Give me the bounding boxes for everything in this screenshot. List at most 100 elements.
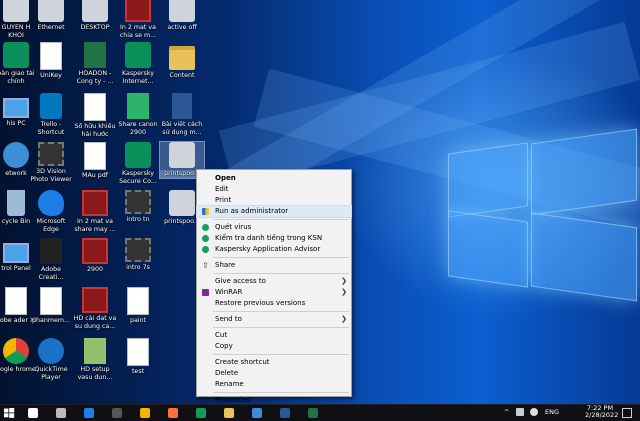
desktop-icon-hdsetup[interactable]: HD setup vasu dun... (73, 338, 117, 381)
desktop-icon-trello[interactable]: Trello - Shortcut (29, 93, 73, 136)
desktop-icon-label: UniKey (40, 72, 62, 79)
desktop-icon-maupdf[interactable]: MAu pdf (73, 142, 117, 180)
ctrlpanel-icon (3, 243, 29, 263)
windows-start-icon[interactable] (3, 407, 15, 419)
desktop-icon-activeoff[interactable]: active off (160, 0, 204, 32)
menu-item-kiemtra[interactable]: Kiểm tra danh tiếng trong KSN (197, 233, 351, 244)
desktop-icon-sharecanon[interactable]: Share canon 2900 (116, 93, 160, 136)
desktop-icon-label: In 2 mat va chia se m... (119, 24, 157, 39)
desktop-icon-paint[interactable]: paint (116, 287, 160, 325)
menu-item-cut[interactable]: Cut (197, 330, 351, 341)
notification-icon[interactable] (622, 408, 632, 418)
desktop-icon-ethernet[interactable]: Ethernet (29, 0, 73, 32)
maupdf-icon (84, 142, 106, 170)
menu-item-print[interactable]: Print (197, 195, 351, 206)
thispc-icon (3, 98, 29, 118)
desktop-icon-in2mat[interactable]: In 2 mat va chia se m... (116, 0, 160, 39)
taskbar-taskview-icon[interactable] (56, 408, 66, 418)
context-menu: Open Edit Print Run as administrator Quét vi… (196, 169, 352, 404)
menu-separator (213, 257, 349, 258)
desktop-icon-quicktime[interactable]: QuickTime Player (29, 338, 73, 381)
menu-item-restore[interactable]: Restore previous versions (197, 298, 351, 309)
menu-item-kaspadvisor[interactable]: Kaspersky Application Advisor (197, 244, 351, 255)
desktop-icon-hoadon[interactable]: HOADON - Cong ty - ... (73, 42, 117, 85)
taskbar-word-icon[interactable] (280, 408, 290, 418)
ksp-icon (202, 235, 209, 242)
menu-separator (213, 354, 349, 355)
desktop-icon-label: DESKTOP (80, 24, 110, 31)
desktop-icon-desktop[interactable]: DESKTOP (73, 0, 117, 32)
desktop-icon-sohuu[interactable]: Sổ hữu khiếu hài hước (73, 93, 117, 138)
desktop-icon-unikey[interactable]: UniKey (29, 42, 73, 80)
menu-item-rename[interactable]: Rename (197, 379, 351, 390)
menu-item-sendto[interactable]: Send to ❯ (197, 314, 351, 325)
language-indicator[interactable]: ENG (545, 409, 559, 416)
menu-item-runas[interactable]: Run as administrator (196, 205, 352, 218)
menu-item-label: WinRAR (215, 288, 243, 296)
clock-date: 2/28/2022 (585, 411, 619, 419)
tray-arrow-icon[interactable]: ^ (504, 409, 509, 416)
taskbar-store-icon[interactable] (112, 408, 122, 418)
menu-item-label: Quét virus (215, 223, 252, 231)
windows-logo (438, 128, 640, 302)
network-icon (3, 142, 29, 168)
menu-item-delete[interactable]: Delete (197, 368, 351, 379)
menu-item-winrar[interactable]: WinRAR ❯ (197, 287, 351, 298)
network-icon[interactable] (516, 408, 524, 416)
desktop-icon-label: Ethernet (37, 24, 65, 31)
adobecreative-icon (40, 238, 62, 264)
introtn-icon (125, 190, 151, 214)
taskbar-search-icon[interactable] (28, 408, 38, 418)
ethernet-icon (38, 0, 64, 22)
taskbar-firefox-icon[interactable] (168, 408, 178, 418)
menu-item-open[interactable]: Open (197, 173, 351, 184)
hoangiao-icon (3, 42, 29, 68)
menu-separator (213, 273, 349, 274)
desktop-icon-kaspsecure[interactable]: Kaspersky Secure Co... (116, 142, 160, 185)
volume-icon[interactable] (530, 408, 538, 416)
desktop: GUYEN H KHOI Ethernet DESKTOP In 2 mat va c… (0, 0, 640, 404)
phanmem-icon (40, 287, 62, 315)
desktop-icon-s2900[interactable]: 2900 (73, 238, 117, 274)
trello-icon (40, 93, 62, 119)
taskbar-mail-icon[interactable] (252, 408, 262, 418)
desktop-icon-in2mat2[interactable]: In 2 mat va share may ... (73, 190, 117, 233)
printspool1-icon (169, 142, 195, 168)
desktop-icon-hdcaidat[interactable]: HD cài dat va su dung ca... (73, 287, 117, 330)
clock[interactable]: 7:22 PM 2/28/2022 (585, 405, 619, 419)
menu-item-edit[interactable]: Edit (197, 184, 351, 195)
desktop-icon-label: QuickTime Player (34, 366, 68, 381)
activeoff-icon (169, 0, 195, 22)
taskbar-chrome-icon[interactable] (140, 408, 150, 418)
desktop-icon-intro7s[interactable]: intro 7s (116, 238, 160, 272)
desktop-icon (82, 0, 108, 22)
menu-item-giveaccess[interactable]: Give access to ❯ (197, 276, 351, 287)
menu-item-label: Kiểm tra danh tiếng trong KSN (215, 234, 323, 242)
taskbar-excel-icon[interactable] (308, 408, 318, 418)
ksp-icon (202, 246, 209, 253)
desktop-icon-phanmem[interactable]: phanmem... (29, 287, 73, 325)
menu-item-createshortcut[interactable]: Create shortcut (197, 357, 351, 368)
menu-item-copy[interactable]: Copy (197, 341, 351, 352)
taskbar-explorer-icon[interactable] (224, 408, 234, 418)
desktop-icon-edge[interactable]: Microsoft Edge (29, 190, 73, 233)
menu-item-share[interactable]: ⇪ Share (197, 260, 351, 271)
taskbar: ^ ENG 7:22 PM 2/28/2022 (0, 404, 640, 421)
desktop-icon-test[interactable]: test (116, 338, 160, 376)
menu-item-quetvirus[interactable]: Quét virus (197, 222, 351, 233)
desktop-icon-baiviet[interactable]: Bài viết cách sử dụng m... (160, 93, 204, 136)
desktop-icon-3dvision[interactable]: 3D Vision Photo Viewer (29, 142, 73, 183)
desktop-icon-kaspersky[interactable]: Kaspersky Internet... (116, 42, 160, 85)
printspool2-icon (169, 190, 195, 216)
taskbar-edge-icon[interactable] (84, 408, 94, 418)
desktop-icon-adobecreative[interactable]: Adobe Creati... (29, 238, 73, 281)
chevron-right-icon: ❯ (341, 288, 347, 296)
taskbar-chrome2-icon[interactable] (196, 408, 206, 418)
desktop-icon-content[interactable]: Content (160, 42, 204, 80)
desktop-icon-introtn[interactable]: intro tn (116, 190, 160, 224)
menu-item-properties[interactable]: Properties (197, 395, 351, 404)
rar-icon (202, 289, 209, 296)
in2mat2-icon (82, 190, 108, 216)
menu-separator (213, 311, 349, 312)
content-icon (169, 46, 195, 70)
